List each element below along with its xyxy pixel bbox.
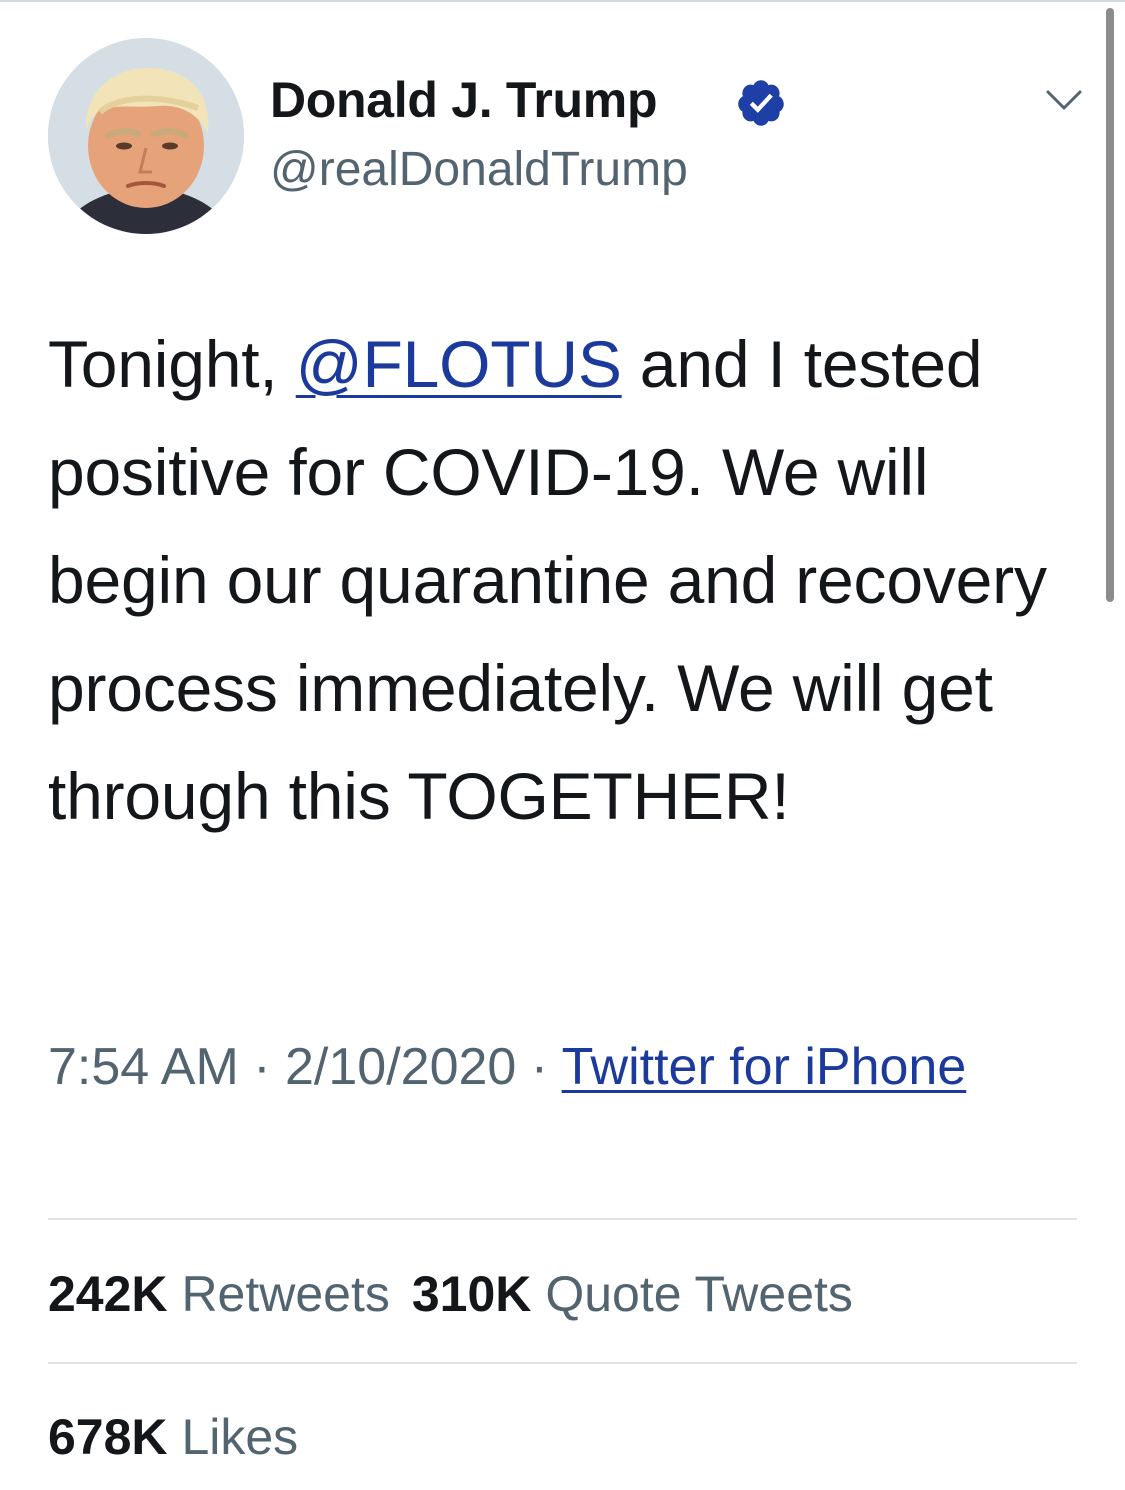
divider: [48, 1362, 1077, 1364]
source-link[interactable]: Twitter for iPhone: [562, 1038, 967, 1096]
quote-tweets-label: Quote Tweets: [545, 1266, 853, 1322]
tweet-time: 7:54 AM: [48, 1038, 239, 1096]
tweet-meta: 7:54 AM · 2/10/2020 · Twitter for iPhone: [48, 1030, 1068, 1104]
likes-count: 678K: [48, 1409, 168, 1465]
meta-separator: ·: [238, 1038, 286, 1096]
divider: [48, 1218, 1077, 1220]
quote-tweets-stat[interactable]: 310K Quote Tweets: [412, 1264, 853, 1324]
top-divider: [0, 0, 1125, 2]
tweet-text: Tonight, @FLOTUS and I tested positive f…: [48, 310, 1088, 850]
avatar[interactable]: [48, 38, 244, 234]
retweets-label: Retweets: [181, 1266, 390, 1322]
user-handle[interactable]: @realDonaldTrump: [270, 141, 688, 199]
display-name[interactable]: Donald J. Trump: [270, 70, 658, 130]
scrollbar[interactable]: [1106, 8, 1114, 602]
quote-tweets-count: 310K: [411, 1266, 532, 1322]
meta-separator: ·: [516, 1038, 562, 1096]
chevron-down-icon[interactable]: [1042, 82, 1086, 118]
likes-stat[interactable]: 678K Likes: [48, 1407, 298, 1467]
retweets-count: 242K: [48, 1266, 168, 1322]
tweet-text-start: Tonight,: [48, 327, 296, 401]
likes-label: Likes: [181, 1409, 299, 1465]
mention-link[interactable]: @FLOTUS: [296, 327, 622, 401]
tweet-text-rest: and I tested positive for COVID-19. We w…: [48, 327, 1047, 833]
engagement-stats-row: 242K Retweets 310K Quote Tweets: [48, 1264, 875, 1324]
verified-badge-icon: [738, 80, 784, 126]
likes-row: 678K Likes: [48, 1407, 320, 1467]
retweets-stat[interactable]: 242K Retweets: [48, 1264, 390, 1324]
avatar-image: [48, 38, 244, 234]
tweet-date[interactable]: 2/10/2020: [285, 1038, 516, 1096]
